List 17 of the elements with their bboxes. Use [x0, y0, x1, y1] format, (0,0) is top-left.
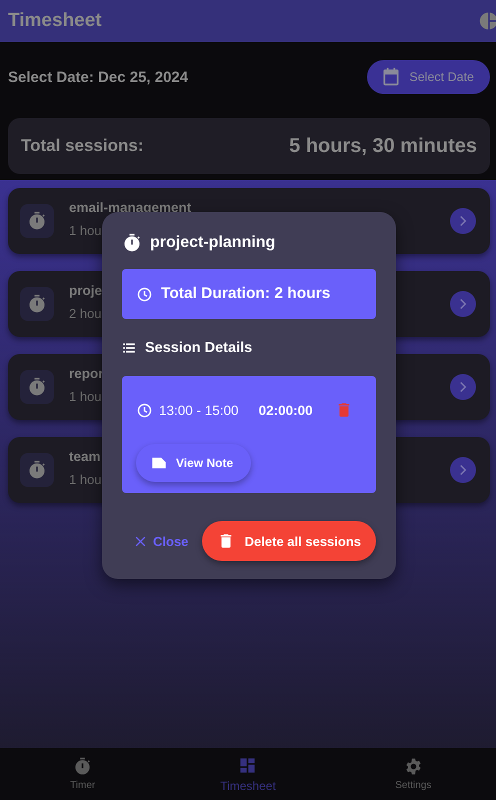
section-heading: Session Details	[145, 340, 252, 356]
activity-name: proje	[69, 283, 102, 298]
total-duration: Total Duration: 2 hours	[161, 285, 330, 303]
activity-duration: 2 hou	[69, 306, 102, 321]
session-time-range: 13:00 - 15:00	[159, 402, 239, 418]
activity-name: email-management	[69, 200, 192, 215]
activity-duration: 1 hou	[69, 389, 102, 404]
selected-date: Select Date: Dec 25, 2024	[8, 68, 188, 86]
activity-duration: 1 hou	[69, 223, 102, 238]
session-duration: 02:00:00	[258, 402, 313, 418]
activity-name: repor	[69, 366, 104, 381]
summary-label: Total sessions:	[21, 136, 144, 156]
activity-name: team	[69, 449, 101, 464]
summary-value: 5 hours, 30 minutes	[289, 134, 477, 158]
app-title: Timesheet	[8, 10, 102, 32]
dialog-title: project-planning	[150, 234, 276, 252]
activity-duration: 1 hou	[69, 472, 102, 487]
